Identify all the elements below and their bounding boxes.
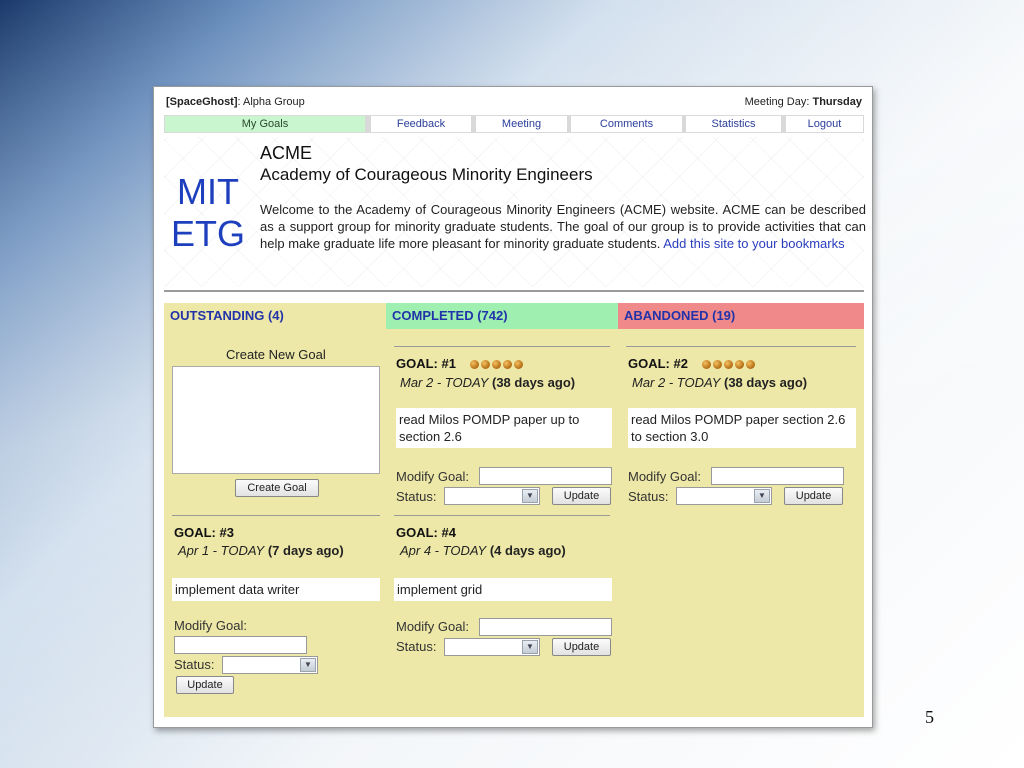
goal-4-date: Apr 4 - TODAY (4 days ago) <box>400 543 566 558</box>
meeting-day-info: Meeting Day: Thursday <box>745 96 862 108</box>
goal-3-divider <box>172 515 380 516</box>
goal-2-date-range: Mar 2 - TODAY <box>632 375 721 390</box>
goal-1-status-label: Status: <box>396 489 437 504</box>
group-name: : Alpha Group <box>237 96 305 108</box>
goal-1-date: Mar 2 - TODAY (38 days ago) <box>400 375 575 390</box>
create-goal-textarea[interactable] <box>172 366 380 474</box>
goal-2-modify-input[interactable] <box>711 467 844 485</box>
goal-4-date-range: Apr 4 - TODAY <box>400 543 487 558</box>
goal-1-update-button[interactable]: Update <box>552 487 611 505</box>
goal-1-date-range: Mar 2 - TODAY <box>400 375 489 390</box>
nav-meeting[interactable]: Meeting <box>476 116 567 132</box>
goal-2-status-label: Status: <box>628 489 669 504</box>
meeting-day-label: Meeting Day: <box>744 96 810 108</box>
goal-2-date: Mar 2 - TODAY (38 days ago) <box>632 375 807 390</box>
goal-4-update-button[interactable]: Update <box>552 638 611 656</box>
goal-3-status-label: Status: <box>174 657 215 672</box>
goal-4-status-label: Status: <box>396 639 437 654</box>
user-group-info: [SpaceGhost]: Alpha Group <box>166 96 305 108</box>
header-divider <box>164 290 864 292</box>
create-goal-button[interactable]: Create Goal <box>235 479 319 497</box>
goal-2-modify-label: Modify Goal: <box>628 469 701 484</box>
goal-3-modify-label: Modify Goal: <box>174 618 247 633</box>
username: [SpaceGhost] <box>166 96 238 108</box>
goal-1-description: read Milos POMDP paper up to section 2.6 <box>396 408 612 448</box>
bookmark-link[interactable]: Add this site to your bookmarks <box>663 236 844 251</box>
goal-4-title: GOAL: #4 <box>396 525 456 540</box>
chevron-down-icon[interactable]: ▼ <box>522 640 538 654</box>
chevron-down-icon[interactable]: ▼ <box>754 489 770 503</box>
chevron-down-icon[interactable]: ▼ <box>522 489 538 503</box>
goal-1-divider <box>394 346 610 347</box>
goal-1-title: GOAL: #1 <box>396 356 525 372</box>
goal-4-divider <box>394 515 610 516</box>
goal-2-update-button[interactable]: Update <box>784 487 843 505</box>
goal-3-date: Apr 1 - TODAY (7 days ago) <box>178 543 344 558</box>
top-bar: [SpaceGhost]: Alpha Group Meeting Day: T… <box>164 94 864 110</box>
goal-3-modify-input[interactable] <box>174 636 307 654</box>
meeting-day-value: Thursday <box>812 96 862 108</box>
site-title: ACME <box>260 143 313 163</box>
completed-header: COMPLETED (742) <box>386 303 618 329</box>
create-goal-label: Create New Goal <box>226 347 326 362</box>
nav-feedback[interactable]: Feedback <box>371 116 471 132</box>
chevron-down-icon[interactable]: ▼ <box>300 658 316 672</box>
logo-line-2: ETG <box>170 213 245 254</box>
welcome-text: Welcome to the Academy of Courageous Min… <box>260 201 866 252</box>
nav-statistics[interactable]: Statistics <box>686 116 781 132</box>
goal-3-days-ago: (7 days ago) <box>267 543 344 558</box>
goal-1-number: GOAL: #1 <box>396 356 456 371</box>
goal-1-modify-label: Modify Goal: <box>396 469 469 484</box>
goal-2-rating-icon <box>701 357 757 372</box>
goal-4-modify-label: Modify Goal: <box>396 619 469 634</box>
goal-2-divider <box>626 346 856 347</box>
goal-1-days-ago: (38 days ago) <box>492 375 576 390</box>
abandoned-header: ABANDONED (19) <box>618 303 864 329</box>
nav-comments[interactable]: Comments <box>571 116 682 132</box>
outstanding-header: OUTSTANDING (4) <box>164 303 386 329</box>
slide-page-number: 5 <box>925 707 934 727</box>
goal-3-update-button[interactable]: Update <box>176 676 234 694</box>
goal-2-title: GOAL: #2 <box>628 356 757 372</box>
goal-4-modify-input[interactable] <box>479 618 612 636</box>
goal-2-days-ago: (38 days ago) <box>724 375 808 390</box>
goal-4-description: implement grid <box>394 578 612 601</box>
site-subtitle: Academy of Courageous Minority Engineers <box>260 165 593 184</box>
goals-board: OUTSTANDING (4) COMPLETED (742) ABANDONE… <box>164 303 864 717</box>
goal-2-number: GOAL: #2 <box>628 356 688 371</box>
goal-3-description: implement data writer <box>172 578 380 601</box>
goal-3-status-select[interactable]: ▼ <box>222 656 318 674</box>
goal-2-status-select[interactable]: ▼ <box>676 487 772 505</box>
goal-2-description: read Milos POMDP paper section 2.6 to se… <box>628 408 856 448</box>
nav-bar: My Goals Feedback Meeting Comments Stati… <box>164 115 864 133</box>
goal-4-status-select[interactable]: ▼ <box>444 638 540 656</box>
logo-line-1: MIT <box>177 171 239 212</box>
goal-3-title: GOAL: #3 <box>174 525 234 540</box>
goal-3-date-range: Apr 1 - TODAY <box>178 543 265 558</box>
nav-my-goals[interactable]: My Goals <box>165 116 365 132</box>
mit-etg-logo: MIT ETG <box>168 171 248 255</box>
nav-logout[interactable]: Logout <box>786 116 863 132</box>
goal-4-days-ago: (4 days ago) <box>489 543 566 558</box>
site-header: MIT ETG ACME Academy of Courageous Minor… <box>164 137 866 287</box>
goal-1-modify-input[interactable] <box>479 467 612 485</box>
browser-page: [SpaceGhost]: Alpha Group Meeting Day: T… <box>153 86 873 728</box>
goal-1-rating-icon <box>469 357 525 372</box>
goal-1-status-select[interactable]: ▼ <box>444 487 540 505</box>
